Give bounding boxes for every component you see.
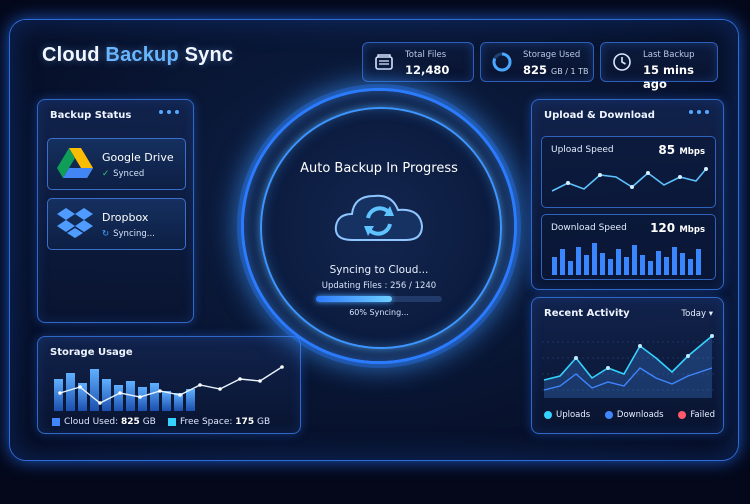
more-options-icon[interactable] <box>159 110 181 116</box>
upload-download-title: Upload & Download <box>544 110 655 121</box>
storage-used-card[interactable]: Storage Used 825 GB / 1 TB <box>480 42 594 82</box>
syncing-icon: ↻ <box>102 229 110 239</box>
storage-usage-panel: Storage Usage Cloud Used: 825 GB Free Sp… <box>37 336 301 434</box>
sync-status-text: Syncing to Cloud... <box>329 264 429 276</box>
service-dropbox[interactable]: Dropbox ↻ Syncing... <box>47 198 186 250</box>
backup-status-panel: Backup Status Google Drive ✓ Synced Dropb… <box>37 99 194 323</box>
storage-usage-title: Storage Usage <box>50 347 133 358</box>
total-files-card[interactable]: Total Files 12,480 <box>362 42 474 82</box>
total-files-value: 12,480 <box>405 63 450 77</box>
service-status: ✓ Synced <box>102 169 145 179</box>
upload-speed-card[interactable]: Upload Speed 85 Mbps <box>541 136 716 208</box>
range-dropdown[interactable]: Today ▾ <box>681 309 713 319</box>
upload-download-panel: Upload & Download Upload Speed 85 Mbps D… <box>531 99 724 290</box>
total-files-label: Total Files <box>405 50 447 60</box>
title-accent: Backup <box>105 44 179 66</box>
last-backup-label: Last Backup <box>643 50 695 60</box>
recent-activity-chart <box>542 334 714 398</box>
cloud-used-legend: Cloud Used: 825 GB <box>52 417 156 427</box>
files-progress-text: Updating Files : 256 / 1240 <box>321 281 437 291</box>
storage-used-label: Storage Used <box>523 50 581 60</box>
app-title: Cloud Backup Sync <box>42 44 233 67</box>
download-speed-chart <box>552 243 701 275</box>
download-speed-value: 120 Mbps <box>650 221 705 235</box>
legend-failed: Failed <box>678 410 715 420</box>
download-speed-label: Download Speed <box>551 223 627 233</box>
progress-fill <box>316 296 392 302</box>
upload-speed-value: 85 Mbps <box>658 143 705 157</box>
title-tail: Sync <box>178 44 234 66</box>
storage-used-unit: GB / 1 TB <box>551 67 589 76</box>
service-status: ↻ Syncing... <box>102 229 155 239</box>
service-google-drive[interactable]: Google Drive ✓ Synced <box>47 138 186 190</box>
upload-speed-label: Upload Speed <box>551 145 614 155</box>
legend-downloads: Downloads <box>604 410 664 420</box>
google-drive-icon <box>57 148 93 178</box>
cloud-used-swatch <box>52 417 60 426</box>
progress-percent-text: 60% Syncing... <box>349 308 409 317</box>
storage-ring-icon <box>492 52 512 72</box>
free-space-swatch <box>168 417 176 426</box>
storage-usage-chart <box>54 365 284 411</box>
title-main: Cloud <box>42 44 106 66</box>
more-options-icon[interactable] <box>689 110 711 116</box>
storage-used-value: 825 GB / 1 TB <box>523 63 589 77</box>
recent-activity-panel: Recent Activity Today ▾ Uploads Download… <box>531 297 724 434</box>
recent-activity-title: Recent Activity <box>544 308 630 319</box>
download-speed-card[interactable]: Download Speed 120 Mbps <box>541 214 716 280</box>
legend-uploads: Uploads <box>544 410 590 420</box>
free-space-legend: Free Space: 175 GB <box>168 417 270 427</box>
chevron-down-icon: ▾ <box>708 309 713 319</box>
storage-bars <box>54 369 195 411</box>
last-backup-value: 15 mins ago <box>643 63 694 91</box>
auto-backup-heading: Auto Backup In Progress <box>300 161 458 176</box>
last-backup-card[interactable]: Last Backup 15 mins ago <box>600 42 718 91</box>
service-name: Dropbox <box>102 211 149 224</box>
sync-progress-ring: Auto Backup In Progress Syncing to Cloud… <box>244 91 514 361</box>
backup-status-title: Backup Status <box>50 110 132 121</box>
upload-speed-chart <box>551 167 708 192</box>
clock-icon <box>613 53 631 71</box>
dropbox-icon <box>57 208 93 238</box>
cloud-sync-icon <box>334 194 424 241</box>
files-icon <box>375 54 393 70</box>
progress-track <box>316 296 442 302</box>
service-name: Google Drive <box>102 151 174 164</box>
check-icon: ✓ <box>102 169 110 179</box>
activity-legend: Uploads Downloads Failed <box>544 410 715 420</box>
